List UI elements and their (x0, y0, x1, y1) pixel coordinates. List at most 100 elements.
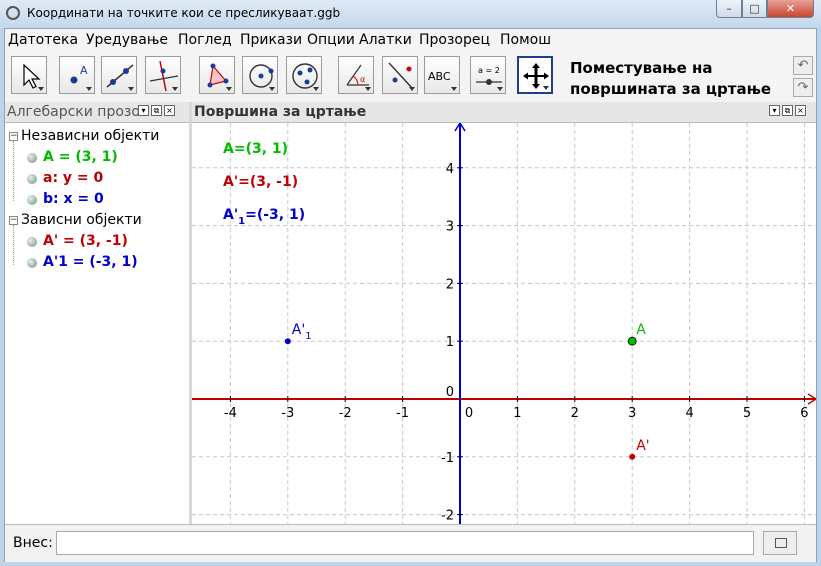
point-label[interactable]: A (636, 322, 646, 338)
tree-group-dependent[interactable]: − Зависни објекти (5, 211, 189, 231)
svg-text:A: A (80, 64, 88, 77)
tree-group-independent[interactable]: − Независни објекти (5, 127, 189, 147)
polygon-tool-button[interactable] (199, 56, 235, 94)
svg-text:ABC: ABC (428, 70, 451, 83)
x-tick-label: 5 (743, 406, 751, 421)
point-A[interactable] (627, 336, 637, 346)
undo-icon: ↶ (797, 58, 809, 73)
x-tick-label: -1 (396, 406, 409, 421)
visibility-toggle-icon[interactable] (27, 195, 37, 205)
window-title: Координати на точките кои се пресликуваа… (27, 6, 341, 20)
menu-help[interactable]: Помош (500, 32, 551, 48)
reflect-tool-button[interactable] (382, 56, 418, 94)
close-view-icon[interactable]: × (164, 105, 175, 116)
panel-menu-icon[interactable]: ▾ (138, 105, 149, 116)
x-tick-label: 2 (571, 406, 579, 421)
object-definition: A'1 = (-3, 1) (43, 254, 138, 270)
perpendicular-line-tool-button[interactable] (145, 56, 181, 94)
object-definition: a: y = 0 (43, 170, 104, 186)
y-tick-label: -1 (441, 451, 454, 466)
point-label[interactable]: A' (636, 438, 649, 454)
close-view-icon[interactable]: × (795, 105, 806, 116)
maximize-button[interactable]: □ (742, 0, 767, 18)
toolbar: A α ABC a = 2 Поместување на површината … (5, 52, 816, 103)
x-tick-label: -4 (224, 406, 237, 421)
menu-tools[interactable]: Алатки (359, 32, 412, 48)
x-tick-label: -2 (339, 406, 352, 421)
move-graphics-tool-button[interactable] (517, 56, 553, 94)
point-A-prime1[interactable] (284, 338, 291, 345)
algebra-view: − Независни објекти A = (3, 1) a: y = 0 … (5, 123, 189, 524)
undo-button[interactable]: ↶ (793, 56, 813, 75)
menu-perspectives[interactable]: Прикази (240, 32, 302, 48)
x-tick-label: 0 (465, 406, 473, 421)
close-button[interactable]: ✕ (767, 0, 814, 18)
x-tick-label: 6 (800, 406, 808, 421)
point-tool-button[interactable]: A (59, 56, 95, 94)
visibility-toggle-icon[interactable] (27, 258, 37, 268)
algebra-view-title: Алгебарски прозорец (7, 104, 140, 120)
panel-menu-icon[interactable]: ▾ (769, 105, 780, 116)
y-tick-label: 2 (446, 277, 454, 292)
input-help-icon (775, 538, 787, 548)
visibility-toggle-icon[interactable] (27, 153, 37, 163)
x-tick-label: -3 (281, 406, 294, 421)
redo-button[interactable]: ↷ (793, 78, 813, 97)
collapse-toggle-icon[interactable]: − (9, 216, 18, 225)
collapse-toggle-icon[interactable]: − (9, 132, 18, 141)
slider-tool-button[interactable]: a = 2 (470, 56, 506, 94)
tool-help-line1: Поместување на (570, 59, 713, 77)
tree-item-line-a[interactable]: a: y = 0 (5, 169, 189, 189)
title-bar: Координати на точките кои се пресликуваа… (0, 0, 821, 28)
undock-icon[interactable]: ⧉ (782, 105, 793, 116)
svg-text:α: α (360, 75, 365, 84)
algebra-view-header: Алгебарски прозорец ▾ ⧉ × (5, 102, 189, 123)
menu-edit[interactable]: Уредување (86, 32, 168, 48)
text-tool-button[interactable]: ABC (424, 56, 460, 94)
x-tick-label: 1 (513, 406, 521, 421)
x-tick-label: 4 (685, 406, 693, 421)
point-label[interactable]: A'1 (292, 322, 312, 342)
tick-labels: -4 -3 -2 -1 0 1 2 3 4 5 6 -2 -1 0 1 2 3 4 (224, 162, 809, 524)
tree-item-point-A[interactable]: A = (3, 1) (5, 148, 189, 168)
geogebra-app-icon (6, 6, 20, 20)
menu-file[interactable]: Датотека (8, 32, 78, 48)
command-input[interactable] (56, 531, 754, 555)
object-definition: b: x = 0 (43, 191, 104, 207)
line-tool-button[interactable] (101, 56, 137, 94)
input-help-button[interactable] (763, 531, 797, 555)
visibility-toggle-icon[interactable] (27, 174, 37, 184)
coordinate-plane[interactable]: -4 -3 -2 -1 0 1 2 3 4 5 6 -2 -1 0 1 2 3 4 A A' A'1 A=(3, 1)… (192, 123, 816, 524)
tree-item-point-A-prime-1[interactable]: A'1 = (-3, 1) (5, 253, 189, 273)
tool-help-text: Поместување на површината за цртање (570, 58, 771, 100)
text-object[interactable]: A'=(3, -1) (223, 174, 298, 190)
angle-tool-button[interactable]: α (338, 56, 374, 94)
graphics-panel-buttons: ▾ ⧉ × (769, 105, 806, 116)
menu-options[interactable]: Опции (307, 32, 355, 48)
menu-window[interactable]: Прозорец (419, 32, 490, 48)
move-tool-button[interactable] (11, 56, 47, 94)
tree-group-label: Зависни објекти (21, 212, 142, 228)
tree-item-line-b[interactable]: b: x = 0 (5, 190, 189, 210)
tree-item-point-A-prime[interactable]: A' = (3, -1) (5, 232, 189, 252)
y-tick-label: 4 (446, 162, 454, 177)
minimize-button[interactable]: – (716, 0, 742, 18)
text-objects[interactable]: A=(3, 1) A'=(3, -1) A'1=(-3, 1) (223, 141, 305, 227)
point-A-prime[interactable] (629, 453, 636, 460)
visibility-toggle-icon[interactable] (27, 237, 37, 247)
algebra-panel-buttons: ▾ ⧉ × (138, 105, 175, 116)
conic-tool-button[interactable] (286, 56, 322, 94)
graphics-view[interactable]: -4 -3 -2 -1 0 1 2 3 4 5 6 -2 -1 0 1 2 3 4 A A' A'1 A=(3, 1)… (192, 123, 816, 524)
points[interactable]: A A' A'1 (284, 322, 650, 460)
text-object[interactable]: A'1=(-3, 1) (223, 207, 305, 227)
text-object[interactable]: A=(3, 1) (223, 141, 288, 157)
menu-bar: Датотека Уредување Поглед Прикази Опции … (5, 29, 816, 53)
input-bar: Внес: (5, 524, 816, 562)
undock-icon[interactable]: ⧉ (151, 105, 162, 116)
menu-view[interactable]: Поглед (178, 32, 232, 48)
y-tick-label: 0 (446, 385, 454, 400)
y-tick-label: 3 (446, 220, 454, 235)
object-definition: A = (3, 1) (43, 149, 118, 165)
circle-tool-button[interactable] (242, 56, 278, 94)
y-tick-label: 1 (446, 335, 454, 350)
